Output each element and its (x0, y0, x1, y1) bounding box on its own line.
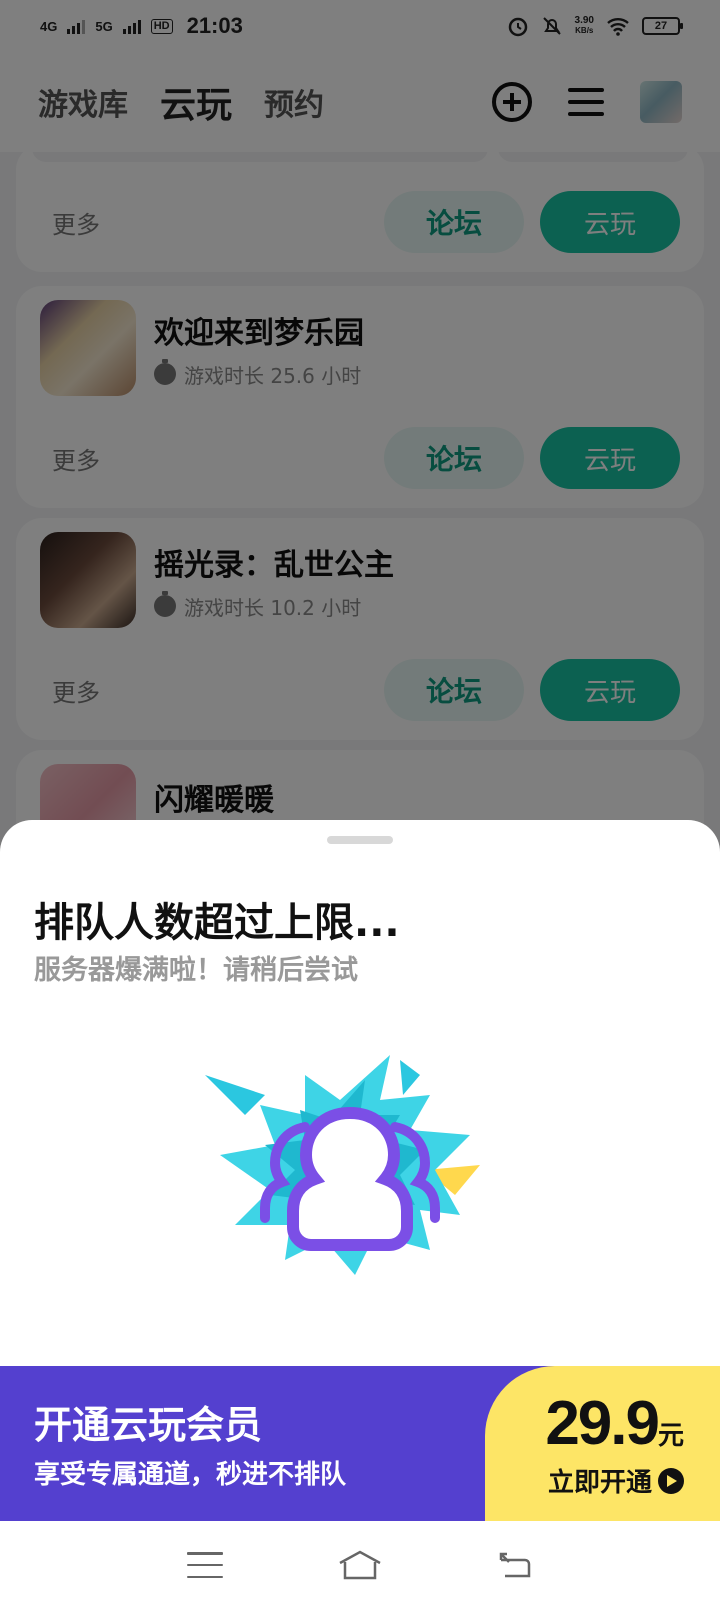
crowd-burst-illustration (205, 1055, 480, 1275)
vip-title: 开通云玩会员 (34, 1403, 263, 1447)
recent-apps-icon[interactable] (187, 1552, 223, 1578)
sheet-subtitle: 服务器爆满啦！请稍后尝试 (34, 955, 358, 986)
sheet-title: 排队人数超过上限... (34, 900, 400, 946)
arrow-right-circle-icon (658, 1467, 684, 1494)
vip-subtitle: 享受专属通道，秒进不排队 (34, 1460, 347, 1490)
vip-upsell-banner[interactable]: 开通云玩会员 享受专属通道，秒进不排队 29.9元 立即开通 (0, 1366, 720, 1521)
vip-price: 29.9元 (545, 1389, 684, 1458)
home-icon[interactable] (337, 1549, 383, 1581)
back-icon[interactable] (497, 1550, 533, 1580)
sheet-drag-handle[interactable] (327, 836, 393, 844)
activate-now-button[interactable]: 立即开通 (548, 1462, 684, 1499)
queue-full-sheet: 排队人数超过上限... 服务器爆满啦！请稍后尝试 开通云玩会员 享受专属通道，秒… (0, 820, 720, 1525)
vip-price-panel[interactable]: 29.9元 立即开通 (485, 1366, 720, 1521)
system-nav-bar (0, 1525, 720, 1605)
